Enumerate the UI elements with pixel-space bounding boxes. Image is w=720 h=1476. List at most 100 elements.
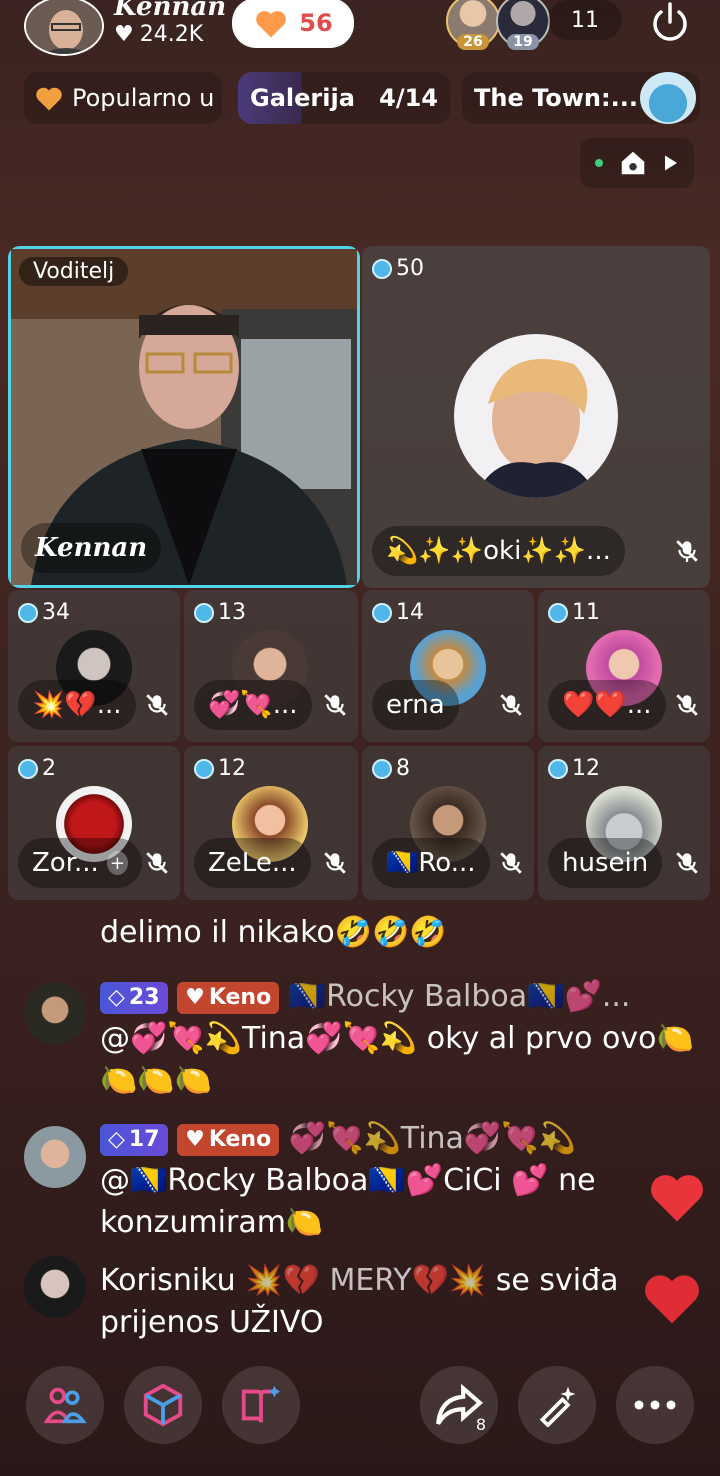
seat-name: ❤️❤️... xyxy=(548,680,666,730)
top-viewer-avatar-1[interactable]: 26 xyxy=(446,0,500,50)
diamond-icon xyxy=(194,602,214,623)
viewer-rank-badge: 26 xyxy=(457,34,489,50)
chat-username[interactable]: 💞💘💫Tina💞💘💫 xyxy=(289,1121,576,1156)
fan-badge: ♥ Keno xyxy=(177,1123,280,1156)
heart-icon xyxy=(36,87,62,111)
like-count: 56 xyxy=(299,9,333,37)
town-tag[interactable]: The Town:... xyxy=(462,72,700,124)
mic-off-icon xyxy=(676,852,698,874)
chat-message: ◇ 23 ♥ Keno 🇧🇦Rocky Balboa🇧🇦💕... @💞💘💫Tina💞… xyxy=(100,976,700,1102)
host-name[interactable]: Kennan xyxy=(114,0,226,22)
chat-avatar[interactable] xyxy=(24,1126,86,1188)
mic-off-icon xyxy=(676,540,698,562)
diamond-icon xyxy=(548,758,568,779)
seat-badge: 14 xyxy=(372,600,424,625)
seat-badge: 8 xyxy=(372,756,410,781)
seat-badge: 2 xyxy=(18,756,56,781)
viewer-rank-badge: 19 xyxy=(507,34,539,50)
heart-icon xyxy=(256,11,287,38)
floating-heart-icon xyxy=(651,1175,703,1222)
ship-icon xyxy=(640,72,696,124)
seat-badge: 34 xyxy=(18,600,70,625)
seat-tile[interactable]: 12 husein xyxy=(538,746,710,900)
more-icon xyxy=(634,1400,676,1410)
seat-tile[interactable]: 13 💞💘... xyxy=(184,590,358,742)
town-label: The Town:... xyxy=(474,84,638,112)
diamond-icon xyxy=(372,258,392,279)
host-likes-count: 24.2K xyxy=(139,22,204,47)
floating-heart-icon xyxy=(645,1275,699,1324)
seat-badge: 13 xyxy=(194,600,246,625)
host-likes: ♥ 24.2K xyxy=(114,22,203,47)
power-icon[interactable] xyxy=(646,0,694,46)
seat-name: erna xyxy=(372,680,459,730)
mini-controls[interactable] xyxy=(580,138,694,188)
popular-tag[interactable]: Popularno u xyxy=(24,72,222,124)
plus-icon[interactable]: + xyxy=(106,851,128,875)
seat-badge: 12 xyxy=(194,756,246,781)
play-icon[interactable] xyxy=(663,154,679,172)
heart-icon: ♥ xyxy=(185,1126,205,1152)
chat-message: ◇ 17 ♥ Keno 💞💘💫Tina💞💘💫 @🇧🇦Rocky Balboa🇧🇦💕C… xyxy=(100,1118,700,1244)
mic-off-icon xyxy=(676,694,698,716)
guest-badge: 50 xyxy=(372,256,424,281)
seat-name: 🇧🇦Ro... xyxy=(372,838,490,888)
heart-icon: ♥ xyxy=(185,984,205,1010)
mic-off-icon xyxy=(146,694,168,716)
host-role-label: Voditelj xyxy=(19,257,129,286)
seat-tile[interactable]: 34 💥💔... xyxy=(8,590,180,742)
seat-badge: 11 xyxy=(548,600,600,625)
book-button[interactable] xyxy=(222,1366,300,1444)
people-icon xyxy=(43,1387,87,1424)
host-video-tile[interactable]: Voditelj Kennan xyxy=(8,246,360,588)
like-button[interactable]: 56 xyxy=(232,0,354,48)
chat-username[interactable]: 🇧🇦Rocky Balboa🇧🇦💕... xyxy=(289,979,631,1014)
host-tile-name: Kennan xyxy=(21,523,162,573)
mic-off-icon xyxy=(324,694,346,716)
guests-button[interactable] xyxy=(26,1366,104,1444)
seat-tile[interactable]: 14 erna xyxy=(362,590,534,742)
heart-icon: ♥ xyxy=(114,22,134,47)
gallery-count: 4/14 xyxy=(379,84,438,112)
seat-badge: 12 xyxy=(548,756,600,781)
seat-tile[interactable]: 12 ZeLe... xyxy=(184,746,358,900)
viewer-count[interactable]: 11 xyxy=(548,0,622,40)
diamond-icon xyxy=(372,602,392,623)
seat-name: husein xyxy=(548,838,663,888)
seat-tile[interactable]: 11 ❤️❤️... xyxy=(538,590,710,742)
host-avatar[interactable] xyxy=(24,0,104,56)
chat-username[interactable]: 💥💔 MERY💔💥 xyxy=(245,1263,486,1298)
gallery-tag[interactable]: Galerija 4/14 xyxy=(238,72,450,124)
chat-avatar[interactable] xyxy=(24,982,86,1044)
seat-tile[interactable]: 8 🇧🇦Ro... xyxy=(362,746,534,900)
mic-off-icon xyxy=(500,852,522,874)
chat-message-text: @🇧🇦Rocky Balboa🇧🇦💕CiCi 💕 ne konzumiram🍋 xyxy=(100,1163,596,1240)
diamond-icon xyxy=(548,602,568,623)
book-sparkle-icon xyxy=(241,1385,281,1423)
guest-tile-oki[interactable]: 50 💫✨✨oki✨✨... xyxy=(362,246,710,588)
level-badge: ◇ 23 xyxy=(100,981,168,1014)
diamond-icon: ◇ xyxy=(108,984,125,1010)
mic-off-icon xyxy=(500,694,522,716)
more-button[interactable] xyxy=(616,1366,694,1444)
chat-avatar[interactable] xyxy=(24,1256,86,1318)
seat-tile[interactable]: 2 Zor... + xyxy=(8,746,180,900)
level-badge: ◇ 17 xyxy=(100,1123,168,1156)
share-button[interactable]: 8 xyxy=(420,1366,498,1444)
magic-wand-button[interactable] xyxy=(518,1366,596,1444)
mic-off-icon xyxy=(324,852,346,874)
diamond-icon xyxy=(18,602,38,623)
cube-button[interactable] xyxy=(124,1366,202,1444)
top-viewer-avatar-2[interactable]: 19 xyxy=(496,0,550,50)
chat-message-text: @💞💘💫Tina💞💘💫 oky al prvo ovo🍋🍋🍋🍋 xyxy=(100,1021,694,1098)
popular-label: Popularno u xyxy=(72,84,215,112)
diamond-icon xyxy=(372,758,392,779)
diamond-icon xyxy=(194,758,214,779)
guest-name: 💫✨✨oki✨✨... xyxy=(372,526,625,576)
seat-name: ZeLe... xyxy=(194,838,311,888)
cube-icon xyxy=(143,1383,183,1427)
chat-join-message: Korisniku 💥💔 MERY💔💥 se sviđa prijenos UŽ… xyxy=(100,1263,619,1340)
mic-off-icon xyxy=(146,852,168,874)
home-icon[interactable] xyxy=(618,149,648,177)
seat-name: Zor... + xyxy=(18,838,142,888)
